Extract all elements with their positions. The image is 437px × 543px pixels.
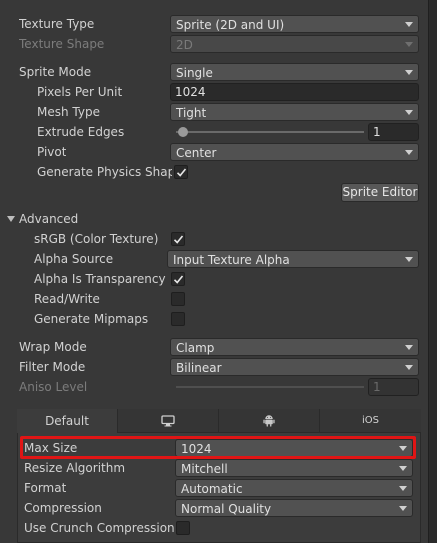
tab-android[interactable] [219, 409, 320, 433]
filter-mode-dropdown[interactable]: Bilinear [170, 358, 419, 376]
texture-type-label: Texture Type [19, 17, 95, 31]
format-value: Automatic [181, 482, 243, 496]
sprite-editor-button[interactable]: Sprite Editor [341, 183, 419, 202]
aniso-level-field: 1 [368, 378, 419, 396]
inspector-panel: Texture Type Sprite (2D and UI) Texture … [0, 0, 428, 543]
chevron-down-icon [405, 150, 413, 155]
wrap-mode-label: Wrap Mode [19, 340, 87, 354]
generate-mipmaps-label: Generate Mipmaps [34, 312, 149, 326]
sprite-mode-label: Sprite Mode [19, 65, 92, 79]
pixels-per-unit-field[interactable]: 1024 [170, 83, 419, 101]
compression-dropdown[interactable]: Normal Quality [175, 499, 413, 517]
generate-physics-shape-label: Generate Physics Shape [37, 165, 172, 179]
foldout-expanded-icon[interactable] [7, 216, 15, 222]
read-write-label: Read/Write [34, 292, 100, 306]
chevron-down-icon [405, 110, 413, 115]
chevron-down-icon [399, 506, 407, 511]
resize-algorithm-value: Mitchell [181, 462, 228, 476]
generate-physics-shape-checkbox[interactable] [174, 165, 188, 179]
texture-type-dropdown[interactable]: Sprite (2D and UI) [170, 15, 419, 33]
alpha-source-label: Alpha Source [34, 252, 114, 266]
chevron-down-icon [405, 22, 413, 27]
wrap-mode-value: Clamp [176, 341, 215, 355]
wrap-mode-dropdown[interactable]: Clamp [170, 338, 419, 356]
texture-shape-label: Texture Shape [19, 37, 105, 51]
aniso-level-label: Aniso Level [19, 380, 88, 394]
compression-value: Normal Quality [181, 502, 272, 516]
sprite-mode-dropdown[interactable]: Single [170, 63, 419, 81]
mesh-type-dropdown[interactable]: Tight [170, 103, 419, 121]
checkmark-icon [176, 168, 187, 177]
srgb-label: sRGB (Color Texture) [34, 232, 159, 246]
chevron-down-icon [399, 466, 407, 471]
tab-default[interactable]: Default [17, 409, 118, 433]
chevron-down-icon [399, 486, 407, 491]
chevron-down-icon [405, 70, 413, 75]
tab-ios-label: iOS [362, 415, 379, 426]
texture-type-value: Sprite (2D and UI) [176, 18, 285, 32]
monitor-icon [161, 415, 175, 427]
tab-ios[interactable]: iOS [320, 409, 421, 433]
extrude-edges-slider-thumb[interactable] [178, 127, 188, 137]
resize-algorithm-dropdown[interactable]: Mitchell [175, 459, 413, 477]
alpha-source-value: Input Texture Alpha [173, 253, 290, 267]
mesh-type-label: Mesh Type [37, 105, 100, 119]
tab-standalone[interactable] [118, 409, 219, 433]
android-icon [263, 415, 275, 427]
pivot-value: Center [176, 146, 217, 160]
filter-mode-label: Filter Mode [19, 360, 86, 374]
aniso-level-slider-track [176, 386, 364, 388]
filter-mode-value: Bilinear [176, 361, 222, 375]
texture-shape-value: 2D [176, 38, 193, 52]
read-write-checkbox[interactable] [171, 292, 185, 306]
max-size-highlight [20, 436, 416, 459]
pixels-per-unit-label: Pixels Per Unit [37, 85, 123, 99]
format-label: Format [24, 481, 67, 495]
pivot-label: Pivot [37, 145, 67, 159]
chevron-down-icon [405, 257, 413, 262]
pivot-dropdown[interactable]: Center [170, 143, 419, 161]
extrude-edges-slider-track[interactable] [176, 131, 364, 133]
chevron-down-icon [405, 42, 413, 47]
extrude-edges-field[interactable]: 1 [368, 123, 419, 141]
alpha-source-dropdown[interactable]: Input Texture Alpha [167, 250, 419, 268]
use-crunch-compression-label: Use Crunch Compression [24, 521, 175, 535]
resize-algorithm-label: Resize Algorithm [24, 461, 126, 475]
alpha-is-transparency-checkbox[interactable] [171, 272, 185, 286]
advanced-header[interactable]: Advanced [19, 210, 78, 228]
compression-label: Compression [24, 501, 102, 515]
srgb-checkbox[interactable] [171, 232, 185, 246]
chevron-down-icon [405, 365, 413, 370]
checkmark-icon [173, 235, 184, 244]
extrude-edges-label: Extrude Edges [37, 125, 125, 139]
mesh-type-value: Tight [176, 106, 207, 120]
alpha-is-transparency-label: Alpha Is Transparency [34, 272, 166, 286]
format-dropdown[interactable]: Automatic [175, 479, 413, 497]
chevron-down-icon [405, 345, 413, 350]
checkmark-icon [173, 275, 184, 284]
use-crunch-compression-checkbox[interactable] [176, 521, 190, 535]
generate-mipmaps-checkbox[interactable] [171, 312, 185, 326]
sprite-mode-value: Single [176, 66, 213, 80]
tab-default-label: Default [45, 414, 89, 428]
texture-shape-dropdown: 2D [170, 35, 419, 53]
scrollbar-gutter[interactable] [428, 0, 437, 543]
